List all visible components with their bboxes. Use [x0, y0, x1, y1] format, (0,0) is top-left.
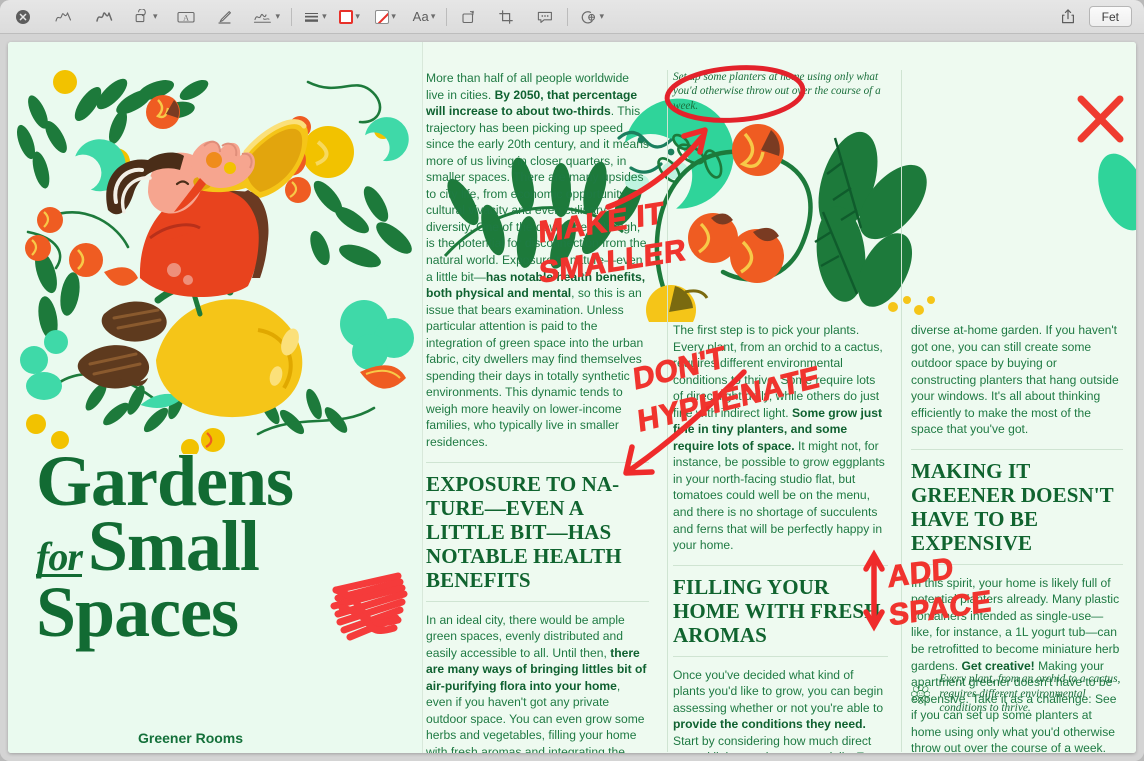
col1-paragraph-2: In an ideal city, there would be ample g… — [426, 612, 649, 753]
document-page: Gardens forSmall Spaces Greener Rooms Mo… — [8, 42, 1136, 753]
col2-heading: FILLING YOUR HOME WITH FRESH AROMAS — [673, 574, 881, 647]
sketch-tool-button[interactable] — [50, 4, 77, 30]
col1-p1-part-c: . This trajectory has been picking up sp… — [426, 104, 649, 284]
line-weight-icon — [305, 12, 319, 22]
flower-icon — [911, 684, 931, 704]
fill-color-swatch-icon — [375, 9, 390, 24]
chevron-down-icon: ▾ — [430, 11, 436, 21]
col1-p1-part-e: , so this is an issue that bears examina… — [426, 286, 644, 450]
cover-title: Gardens forSmall Spaces — [36, 441, 422, 652]
title-line-2: Small — [87, 506, 260, 587]
col2-p1-part-c: It might not, for instance, be possible … — [673, 438, 885, 553]
title-line-3: Spaces — [36, 571, 239, 652]
col2-p2-part-c: Start by considering how much direct nat… — [673, 733, 884, 753]
border-color-button[interactable]: ▾ — [337, 4, 363, 30]
share-icon — [1061, 9, 1074, 24]
col1-paragraph-1: More than half of all people worldwide l… — [426, 70, 649, 451]
fill-color-button[interactable]: ▾ — [373, 4, 399, 30]
col3-paragraph-1: diverse at-home garden. If you haven't g… — [911, 323, 1119, 437]
cover-byline: Greener Rooms — [138, 730, 244, 746]
col2-paragraph-1: The first step is to pick your plants. E… — [673, 322, 888, 554]
chevron-down-icon: ▾ — [355, 11, 360, 21]
adjust-color-icon — [582, 10, 596, 23]
section-rule — [426, 600, 649, 602]
col2-p2-part-a: Once you've decided what kind of plants … — [673, 667, 884, 715]
section-rule — [673, 655, 888, 657]
share-button[interactable] — [1055, 4, 1081, 30]
crop-icon — [499, 9, 514, 24]
left-page: Gardens forSmall Spaces Greener Rooms — [8, 42, 422, 753]
chevron-down-icon: ▾ — [322, 11, 327, 21]
close-markup-button[interactable] — [10, 4, 36, 30]
sketch-icon — [55, 11, 72, 22]
section-rule — [911, 448, 1123, 450]
title-line-2-wrap: forSmall — [36, 510, 422, 582]
chevron-down-icon: ▾ — [153, 11, 158, 21]
column-2: Set up some planters at home using only … — [673, 70, 888, 113]
col2-pull-quote: Set up some planters at home using only … — [673, 71, 881, 112]
document-scroll-area[interactable]: Gardens forSmall Spaces Greener Rooms Mo… — [0, 34, 1144, 761]
text-style-button[interactable]: Aa ▾ — [411, 4, 438, 30]
rotate-icon — [462, 10, 475, 23]
col3-heading: MAKING IT GREENER DOESN'T HAVE TO BE EXP… — [911, 458, 1114, 555]
close-circle-icon — [16, 9, 30, 24]
toolbar-divider — [291, 7, 293, 26]
rotate-button[interactable] — [456, 4, 482, 30]
title-line-1: Gardens — [36, 441, 294, 521]
chevron-down-icon: ▾ — [391, 11, 396, 21]
border-color-swatch-icon — [339, 9, 354, 24]
column-1: More than half of all people worldwide l… — [426, 70, 649, 753]
chevron-down-icon: ▾ — [599, 11, 604, 21]
section-rule — [426, 461, 649, 463]
title-small-word: for — [36, 534, 83, 580]
toolbar-divider — [446, 7, 448, 26]
speech-bubble-icon — [538, 11, 553, 23]
adjust-color-button[interactable]: ▾ — [577, 4, 606, 30]
line-style-button[interactable]: ▾ — [301, 4, 329, 30]
flower-note: Every plant, from an orchid to a cactus,… — [911, 672, 1126, 716]
shapes-icon — [135, 8, 146, 22]
text-box-icon: A — [176, 11, 195, 23]
markup-toolbar: ▾ A ▾ ▾ ▾ ▾ Aa ▾ ▾ Fet — [0, 0, 1144, 34]
crop-button[interactable] — [494, 4, 520, 30]
col3-p2-bold-b: Get creative! — [961, 658, 1035, 673]
column-2-body: The first step is to pick your plants. E… — [673, 322, 888, 753]
col2-p2-bold-b: provide the conditions they need. — [673, 717, 866, 732]
draw-icon — [96, 11, 113, 22]
markup-window: ▾ A ▾ ▾ ▾ ▾ Aa ▾ ▾ Fet Gardens forSmall … — [0, 0, 1144, 761]
signature-tool-button[interactable]: ▾ — [250, 4, 283, 30]
col1-heading: EXPOSURE TO NA-TURE—EVEN A LITTLE BIT—HA… — [426, 471, 622, 592]
flower-note-text: Every plant, from an orchid to a cactus,… — [939, 673, 1121, 714]
col1-p2-part-a: In an ideal city, there would be ample g… — [426, 612, 625, 660]
toolbar-divider — [567, 7, 569, 26]
right-page: More than half of all people worldwide l… — [422, 42, 1136, 753]
chevron-down-icon: ▾ — [275, 11, 281, 21]
signature-icon — [253, 13, 271, 23]
annotate-button[interactable] — [532, 4, 558, 30]
shapes-tool-button[interactable]: ▾ — [132, 4, 160, 30]
column-divider — [901, 70, 902, 752]
cover-illustration — [8, 42, 422, 454]
section-rule — [673, 564, 888, 566]
highlighter-icon — [217, 10, 231, 24]
done-button[interactable]: Fet — [1088, 6, 1132, 27]
column-divider — [667, 70, 668, 752]
section-rule — [911, 563, 1123, 565]
highlight-tool-button[interactable] — [212, 4, 238, 30]
text-tool-button[interactable]: A — [172, 4, 200, 30]
col2-paragraph-2: Once you've decided what kind of plants … — [673, 667, 888, 753]
svg-text:A: A — [183, 13, 189, 22]
text-style-label: Aa — [412, 9, 429, 24]
draw-tool-button[interactable] — [91, 4, 118, 30]
col3-paragraph-2: In this spirit, your home is likely full… — [911, 575, 1123, 753]
